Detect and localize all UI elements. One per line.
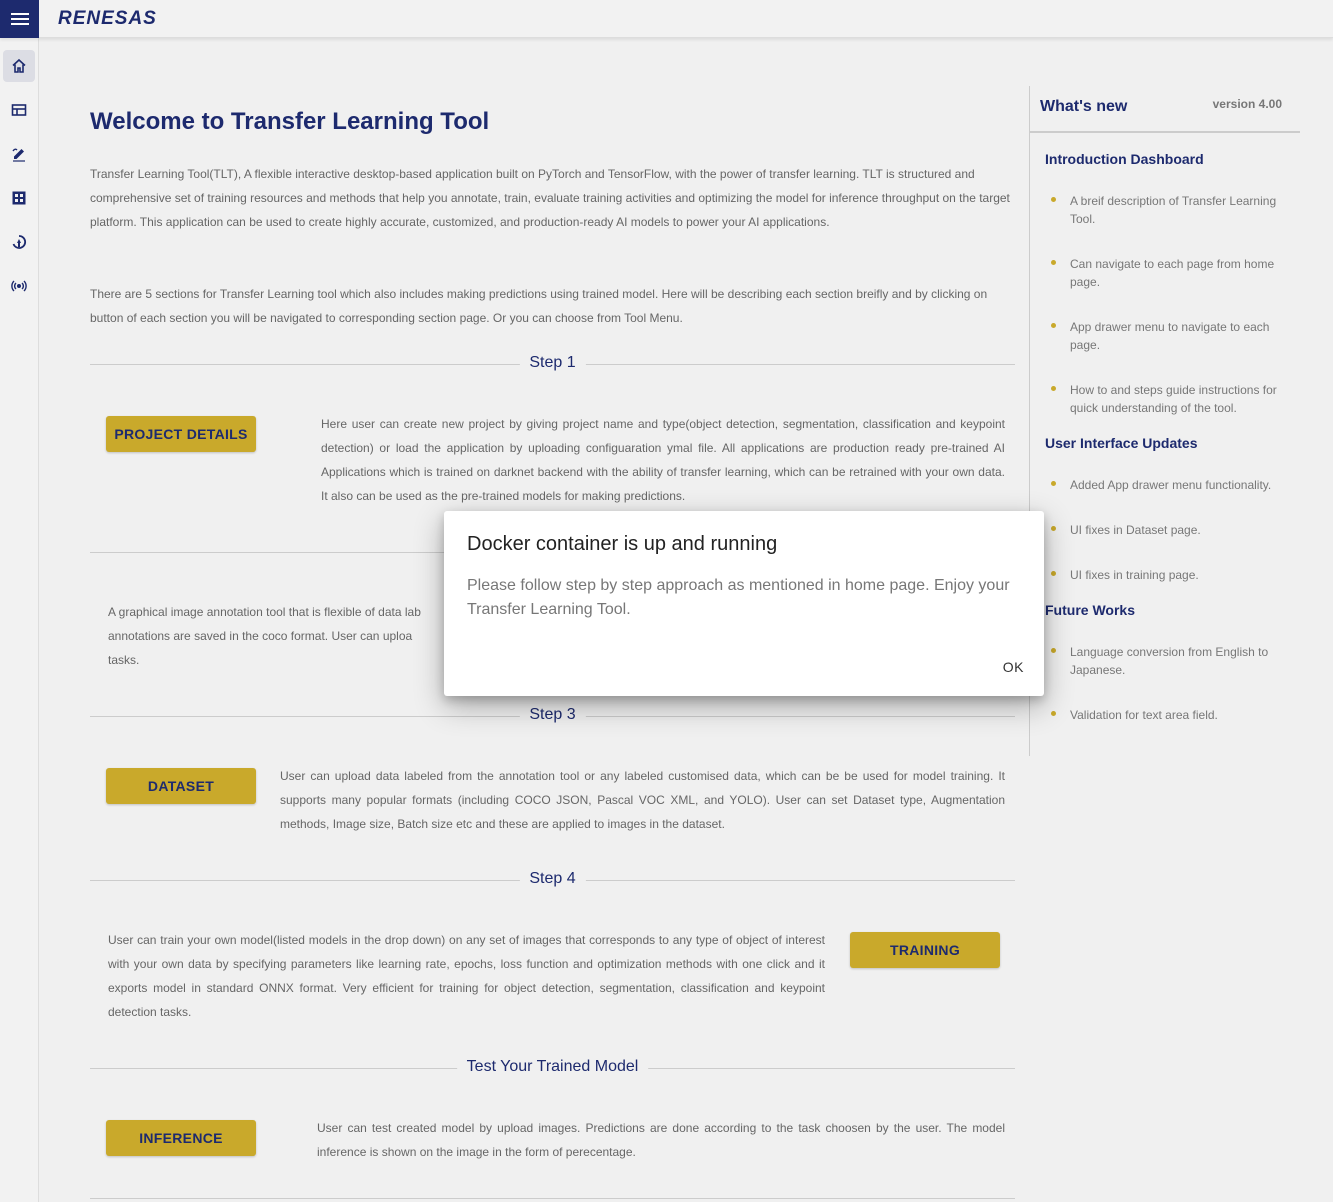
training-button[interactable]: TRAINING: [850, 932, 1000, 968]
home-icon: [12, 58, 26, 73]
news-item: UI fixes in training page.: [1070, 568, 1199, 582]
step2-description-line3: tasks.: [108, 653, 140, 667]
sidebar-item-annotation[interactable]: [3, 138, 35, 170]
sections-paragraph: There are 5 sections for Transfer Learni…: [90, 287, 988, 325]
step3-label: Step 3: [519, 706, 586, 724]
inference-button[interactable]: INFERENCE: [106, 1120, 256, 1156]
step1-divider: Step 1: [90, 354, 1015, 374]
project-details-button[interactable]: PROJECT DETAILS: [106, 416, 256, 452]
annotate-icon: [12, 148, 25, 162]
ok-button[interactable]: OK: [1003, 659, 1024, 675]
renesas-logo[interactable]: RENESAS: [58, 8, 157, 30]
bullet-icon: [1051, 526, 1056, 531]
inference-description: User can test created model by upload im…: [317, 1121, 1005, 1159]
news-item: Can navigate to each page from home page…: [1070, 257, 1275, 289]
step4-description: User can train your own model(listed mod…: [108, 933, 825, 1019]
step3-divider: Step 3: [90, 706, 1015, 726]
step4-divider: Step 4: [90, 870, 1015, 890]
step1-label: Step 1: [519, 354, 586, 372]
inference-icon: [11, 280, 27, 292]
bullet-icon: [1051, 648, 1056, 653]
bullet-icon: [1051, 711, 1056, 716]
news-item: How to and steps guide instructions for …: [1070, 383, 1277, 415]
news-item: Validation for text area field.: [1070, 708, 1218, 722]
inference-label: Test Your Trained Model: [456, 1058, 649, 1076]
dashboard-icon: [12, 191, 26, 205]
dialog-message: Please follow step by step approach as m…: [467, 577, 1010, 618]
bullet-icon: [1051, 260, 1056, 265]
version-label: version 4.00: [1212, 97, 1282, 111]
docker-status-dialog: Docker container is up and running Pleas…: [444, 511, 1044, 696]
hamburger-icon: [10, 13, 29, 25]
sidebar-item-inference[interactable]: [3, 270, 35, 302]
bullet-icon: [1051, 386, 1056, 391]
sidebar-item-project[interactable]: [3, 94, 35, 126]
news-section-title: Future Works: [1045, 602, 1135, 618]
step1-description: Here user can create new project by givi…: [321, 417, 1005, 503]
news-section-title: User Interface Updates: [1045, 435, 1198, 451]
sidebar-item-dataset[interactable]: [3, 182, 35, 214]
step3-description: User can upload data labeled from the an…: [280, 769, 1005, 831]
menu-button[interactable]: [0, 0, 39, 38]
sidebar-item-training[interactable]: [3, 226, 35, 258]
step2-description-line2: annotations are saved in the coco format…: [108, 629, 413, 643]
step4-label: Step 4: [519, 870, 586, 888]
bullet-icon: [1051, 197, 1056, 202]
table-icon: [11, 104, 27, 116]
bullet-icon: [1051, 323, 1056, 328]
news-item: App drawer menu to navigate to each page…: [1070, 320, 1270, 352]
inference-divider: Test Your Trained Model: [90, 1058, 1015, 1078]
news-item: UI fixes in Dataset page.: [1070, 523, 1201, 537]
news-item: Added App drawer menu functionality.: [1070, 478, 1272, 492]
training-icon: [12, 235, 27, 249]
bottom-divider: [90, 1188, 1015, 1202]
news-section-title: Introduction Dashboard: [1045, 151, 1204, 167]
sidebar-item-home[interactable]: [3, 50, 35, 82]
page-title: Welcome to Transfer Learning Tool: [90, 108, 490, 135]
whats-new-header: What's new version 4.00: [1030, 86, 1300, 133]
step2-description-line1: A graphical image annotation tool that i…: [108, 605, 421, 619]
news-item: Language conversion from English to Japa…: [1070, 645, 1269, 677]
whats-new-title: What's new: [1040, 98, 1128, 115]
top-bar: RENESAS: [0, 0, 1333, 38]
bullet-icon: [1051, 571, 1056, 576]
intro-paragraph: Transfer Learning Tool(TLT), A flexible …: [90, 167, 1010, 229]
dataset-button[interactable]: DATASET: [106, 768, 256, 804]
whats-new-panel: What's new version 4.00 Introduction Das…: [1029, 86, 1300, 756]
news-item: A breif description of Transfer Learning…: [1070, 194, 1277, 226]
bullet-icon: [1051, 481, 1056, 486]
sidebar: [0, 38, 39, 1202]
dialog-title: Docker container is up and running: [467, 533, 778, 555]
